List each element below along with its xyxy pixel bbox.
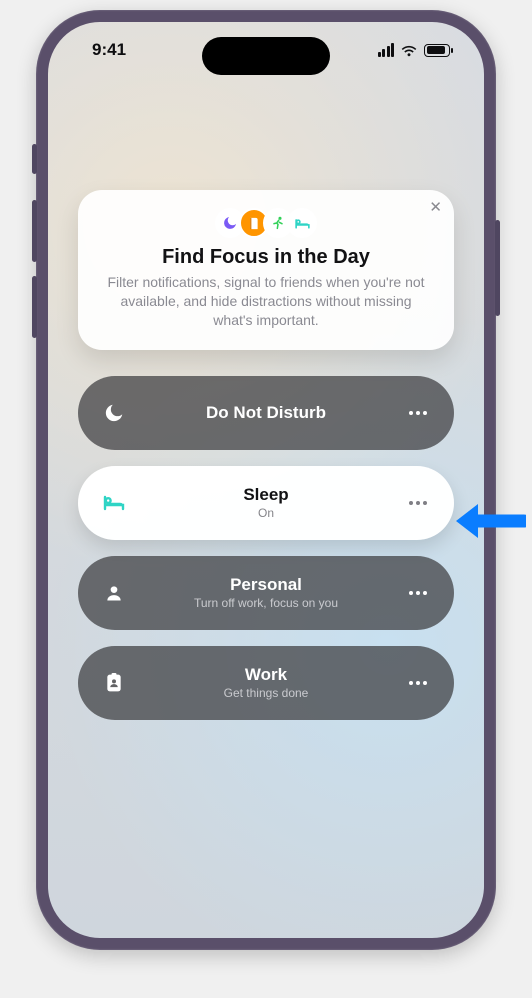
more-icon[interactable] bbox=[404, 591, 432, 595]
battery-icon bbox=[424, 44, 450, 57]
wifi-icon bbox=[400, 44, 418, 57]
focus-do-not-disturb[interactable]: Do Not Disturb bbox=[78, 376, 454, 450]
focus-row-title: Personal bbox=[128, 575, 404, 595]
bed-chip-icon bbox=[287, 208, 317, 238]
person-icon bbox=[100, 583, 128, 603]
mute-switch bbox=[32, 144, 37, 174]
focus-sleep[interactable]: Sleep On bbox=[78, 466, 454, 540]
status-time: 9:41 bbox=[92, 40, 126, 60]
focus-personal[interactable]: Personal Turn off work, focus on you bbox=[78, 556, 454, 630]
badge-icon bbox=[100, 672, 128, 694]
focus-row-subtitle: Get things done bbox=[128, 686, 404, 700]
focus-row-subtitle: Turn off work, focus on you bbox=[128, 596, 404, 610]
intro-body: Filter notifications, signal to friends … bbox=[96, 273, 436, 330]
moon-icon bbox=[100, 402, 128, 424]
close-icon[interactable]: ✕ bbox=[429, 200, 442, 215]
focus-row-title: Do Not Disturb bbox=[128, 403, 404, 423]
phone-frame: 9:41 ✕ bbox=[36, 10, 496, 950]
more-icon[interactable] bbox=[404, 411, 432, 415]
focus-panel: ✕ Find Focus in the Day Fi bbox=[48, 190, 484, 720]
intro-icon-row bbox=[96, 208, 436, 238]
screen: 9:41 ✕ bbox=[48, 22, 484, 938]
intro-card: ✕ Find Focus in the Day Fi bbox=[78, 190, 454, 350]
volume-down-button bbox=[32, 276, 37, 338]
callout-arrow-icon bbox=[454, 500, 526, 542]
status-icons bbox=[378, 43, 451, 57]
status-bar: 9:41 bbox=[48, 22, 484, 78]
intro-title: Find Focus in the Day bbox=[96, 246, 436, 269]
more-icon[interactable] bbox=[404, 501, 432, 505]
bed-icon bbox=[100, 491, 128, 515]
focus-row-subtitle: On bbox=[128, 506, 404, 520]
focus-row-title: Work bbox=[128, 665, 404, 685]
cellular-signal-icon bbox=[378, 43, 395, 57]
focus-work[interactable]: Work Get things done bbox=[78, 646, 454, 720]
focus-list: Do Not Disturb Sleep On bbox=[78, 376, 454, 720]
focus-row-title: Sleep bbox=[128, 485, 404, 505]
more-icon[interactable] bbox=[404, 681, 432, 685]
volume-up-button bbox=[32, 200, 37, 262]
side-button bbox=[495, 220, 500, 316]
